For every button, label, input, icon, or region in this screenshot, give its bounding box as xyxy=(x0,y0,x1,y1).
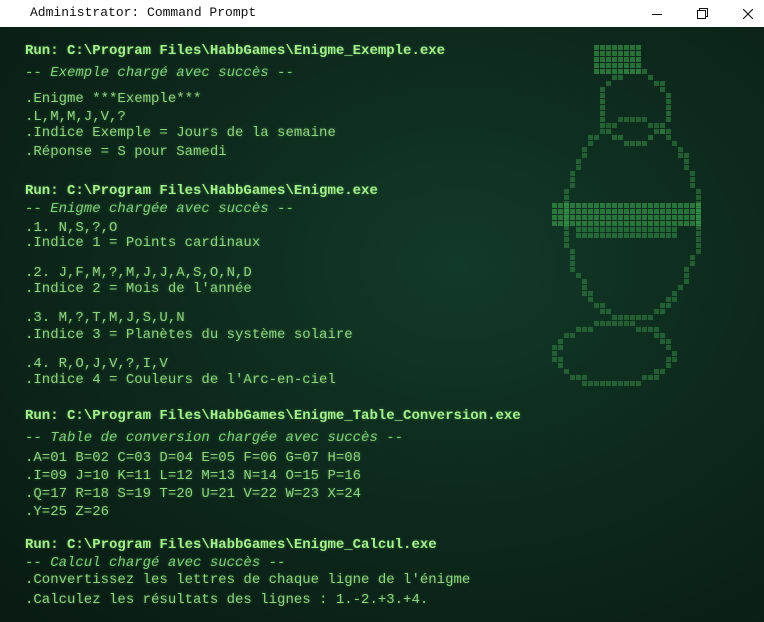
status-message-line: -- Exemple chargé avec succès -- xyxy=(25,65,294,81)
status-message-line: -- Calcul chargé avec succès -- xyxy=(25,555,286,571)
command-prompt-window: Administrator: Command Prompt Run: C:\Pr… xyxy=(0,0,764,622)
output-line: .3. M,?,T,M,J,S,U,N xyxy=(25,310,185,326)
title-bar[interactable]: Administrator: Command Prompt xyxy=(0,0,764,27)
run-command-line: Run: C:\Program Files\HabbGames\Enigme_E… xyxy=(25,43,446,59)
output-line: .Indice Exemple = Jours de la semaine xyxy=(25,125,336,141)
maximize-button[interactable] xyxy=(679,0,725,27)
output-line: .4. R,O,J,V,?,I,V xyxy=(25,356,168,372)
output-line: .Calculez les résultats des lignes : 1.-… xyxy=(25,592,429,608)
minimize-button[interactable] xyxy=(634,0,680,27)
close-icon xyxy=(743,8,753,19)
output-line: .Indice 3 = Planètes du système solaire xyxy=(25,327,353,343)
output-line: .I=09 J=10 K=11 L=12 M=13 N=14 O=15 P=16 xyxy=(25,468,362,484)
status-message-line: -- Table de conversion chargée avec succ… xyxy=(25,430,404,446)
console-output[interactable]: Run: C:\Program Files\HabbGames\Enigme_E… xyxy=(0,27,764,622)
maximize-icon xyxy=(696,8,708,19)
window-title: Administrator: Command Prompt xyxy=(30,5,257,20)
status-message-line: -- Enigme chargée avec succès -- xyxy=(25,201,294,217)
output-line: .Enigme ***Exemple*** xyxy=(25,91,202,107)
minimize-icon xyxy=(652,13,662,15)
output-line: .A=01 B=02 C=03 D=04 E=05 F=06 G=07 H=08 xyxy=(25,450,362,466)
output-line: .Indice 2 = Mois de l'année xyxy=(25,281,252,297)
output-line: .Y=25 Z=26 xyxy=(25,504,110,520)
run-command-line: Run: C:\Program Files\HabbGames\Enigme_T… xyxy=(25,408,521,424)
output-line: .2. J,F,M,?,M,J,J,A,S,O,N,D xyxy=(25,265,252,281)
output-line: .1. N,S,?,O xyxy=(25,220,118,236)
output-line: .Réponse = S pour Samedi xyxy=(25,144,227,160)
output-line: .L,M,M,J,V,? xyxy=(25,109,126,125)
output-line: .Q=17 R=18 S=19 T=20 U=21 V=22 W=23 X=24 xyxy=(25,486,362,502)
close-button[interactable] xyxy=(725,0,764,27)
run-command-line: Run: C:\Program Files\HabbGames\Enigme_C… xyxy=(25,537,437,553)
output-line: .Convertissez les lettres de chaque lign… xyxy=(25,572,471,588)
output-line: .Indice 4 = Couleurs de l'Arc-en-ciel xyxy=(25,372,336,388)
output-line: .Indice 1 = Points cardinaux xyxy=(25,235,261,251)
run-command-line: Run: C:\Program Files\HabbGames\Enigme.e… xyxy=(25,183,378,199)
